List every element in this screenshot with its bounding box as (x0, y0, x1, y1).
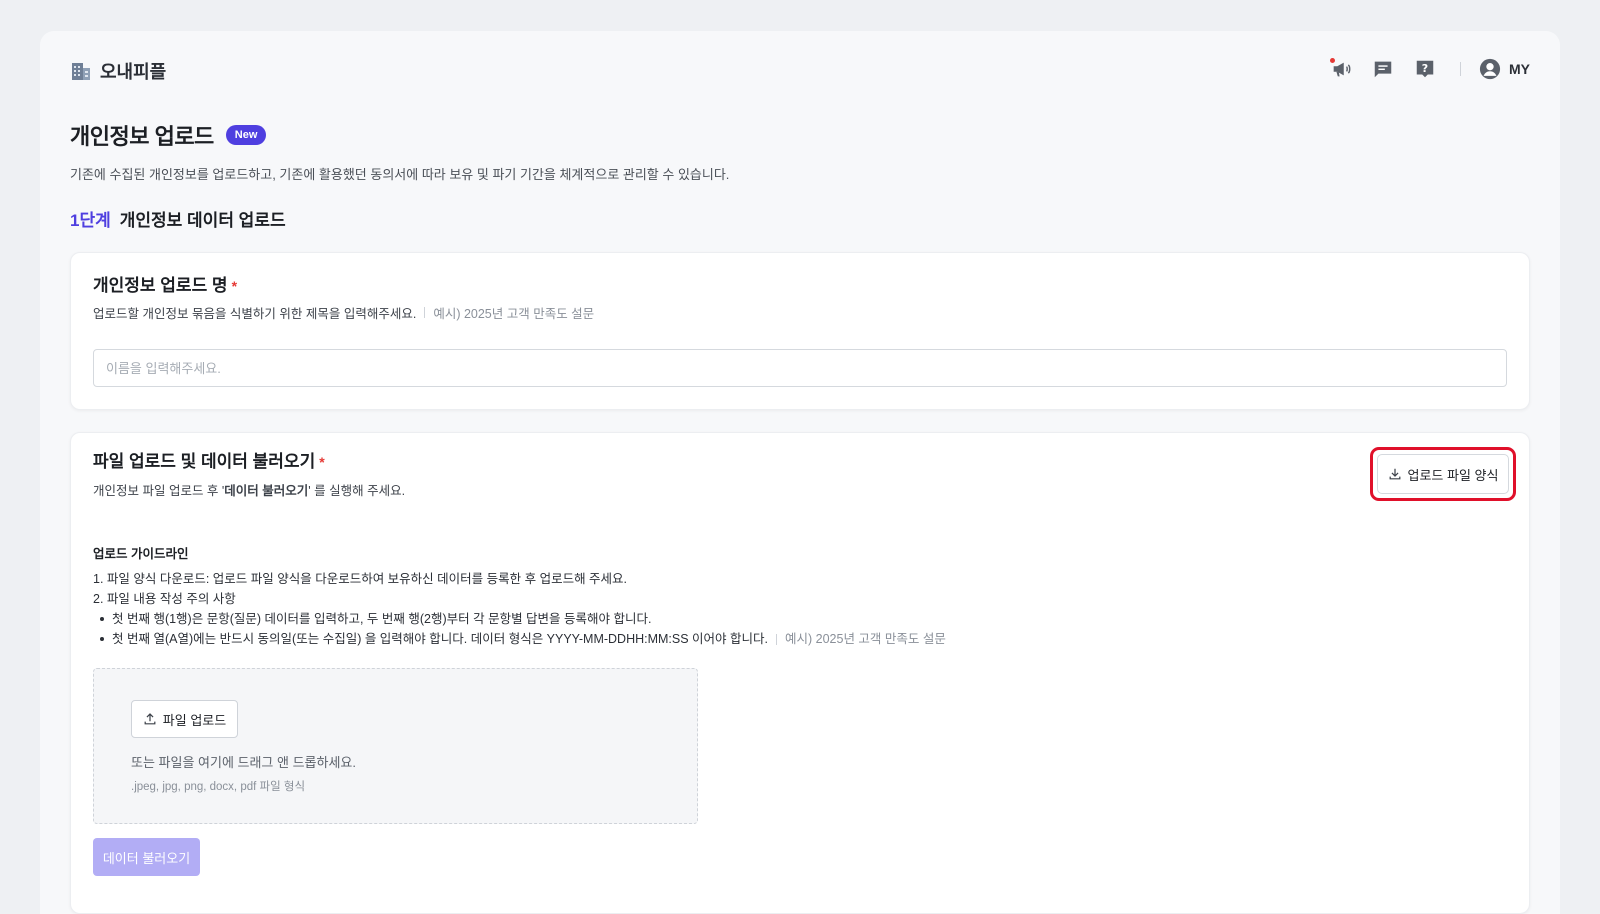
app-name: 오내피플 (100, 62, 167, 82)
my-menu[interactable]: MY (1479, 58, 1530, 80)
required-mark: * (231, 278, 238, 294)
building-icon (72, 63, 90, 80)
my-label: MY (1509, 61, 1530, 77)
step-heading: 1단계 개인정보 데이터 업로드 (70, 206, 286, 231)
guideline-item: 2. 파일 내용 작성 주의 사항 (93, 592, 236, 606)
app-logo[interactable]: 오내피플 (70, 58, 166, 84)
download-template-button[interactable]: 업로드 파일 양식 (1377, 454, 1509, 494)
guideline-title: 업로드 가이드라인 (93, 547, 189, 561)
guideline-example: 예시) 2025년 고객 만족도 설문 (785, 632, 946, 646)
upload-name-title: 개인정보 업로드 명 * (93, 276, 238, 295)
help-icon: ? (1416, 60, 1434, 78)
file-upload-card: 파일 업로드 및 데이터 불러오기 * 개인정보 파일 업로드 후 ' 데이터 불러… (70, 432, 1530, 914)
chat-icon (1374, 61, 1392, 78)
notice-button[interactable] (1328, 56, 1354, 82)
upload-name-card: 개인정보 업로드 명 * 업로드할 개인정보 묶음을 식별하기 위한 제목을 입력… (70, 252, 1530, 410)
required-mark: * (319, 454, 325, 470)
notification-dot (1330, 58, 1335, 63)
file-upload-help: 개인정보 파일 업로드 후 ' 데이터 불러오기 ' 를 실행해 주세요. (93, 484, 406, 498)
upload-name-help: 업로드할 개인정보 묶음을 식별하기 위한 제목을 입력해주세요. 예시) 20… (93, 303, 594, 322)
header-divider (1460, 62, 1461, 76)
upload-name-input[interactable] (93, 349, 1507, 387)
step-title: 개인정보 데이터 업로드 (119, 211, 286, 230)
dropzone-hint: 또는 파일을 여기에 드래그 앤 드롭하세요. (131, 755, 356, 770)
dropzone-formats: .jpeg, jpg, png, docx, pdf 파일 형식 (131, 781, 306, 793)
svg-text:?: ? (1422, 62, 1428, 75)
header-actions: ? MY (1312, 56, 1530, 82)
upload-name-example: 예시) 2025년 고객 만족도 설문 (433, 307, 595, 321)
download-template-label: 업로드 파일 양식 (1407, 467, 1499, 483)
new-badge: New (225, 125, 267, 145)
guideline-item: 첫 번째 행(1행)은 문항(질문) 데이터를 입력하고, 두 번째 행(2행)… (93, 609, 946, 629)
download-icon (1389, 468, 1400, 480)
load-data-button[interactable]: 데이터 불러오기 (93, 838, 200, 876)
user-avatar-icon (1479, 58, 1501, 80)
help-button[interactable]: ? (1412, 56, 1438, 82)
page-title: 개인정보 업로드 (70, 124, 214, 149)
page-header: 개인정보 업로드 New (70, 119, 267, 151)
guideline-list: 1. 파일 양식 다운로드: 업로드 파일 양식을 다운로드하여 보유하신 데이… (93, 569, 946, 649)
guideline-item: 첫 번째 열(A열)에는 반드시 동의일(또는 수집일) 을 입력해야 합니다.… (93, 629, 946, 649)
step-number: 1단계 (70, 211, 111, 230)
upload-icon (144, 713, 156, 725)
file-dropzone[interactable]: 파일 업로드 또는 파일을 여기에 드래그 앤 드롭하세요. .jpeg, jp… (93, 668, 698, 824)
guideline-item: 1. 파일 양식 다운로드: 업로드 파일 양식을 다운로드하여 보유하신 데이… (93, 572, 628, 586)
file-upload-label: 파일 업로드 (162, 712, 227, 728)
file-upload-title: 파일 업로드 및 데이터 불러오기 * (93, 452, 325, 471)
page-description: 기존에 수집된 개인정보를 업로드하고, 기존에 활용했던 동의서에 따라 보유… (70, 167, 730, 182)
file-upload-button[interactable]: 파일 업로드 (131, 700, 238, 738)
messages-button[interactable] (1370, 56, 1396, 82)
